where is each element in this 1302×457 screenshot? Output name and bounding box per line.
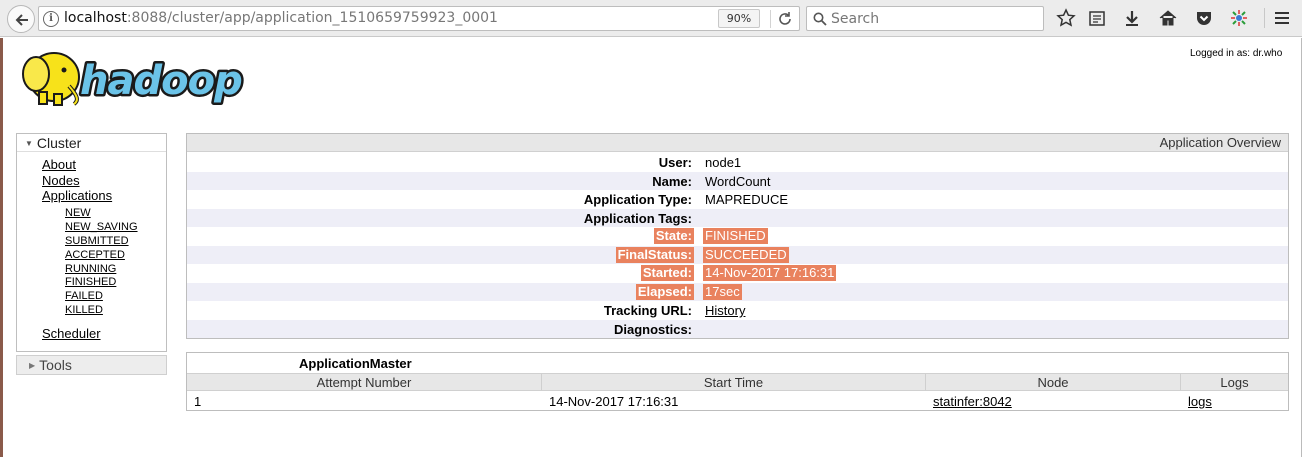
url-text[interactable]: localhost:8088/cluster/app/application_1…	[64, 10, 498, 26]
field-label: Tracking URL:	[603, 303, 692, 318]
download-icon[interactable]	[1122, 8, 1142, 28]
field-value: WordCount	[705, 173, 771, 189]
node-link[interactable]: statinfer:8042	[933, 394, 1012, 409]
attempt-number-cell: 1	[194, 394, 202, 409]
sidebar-tools-header[interactable]: ▶ Tools	[16, 355, 167, 375]
column-header-attempt-number[interactable]: Attempt Number	[187, 374, 542, 391]
cluster-label: Cluster	[36, 135, 82, 151]
nav-link-new[interactable]: NEW	[65, 207, 91, 219]
collapsed-triangle-icon: ▶	[29, 361, 36, 370]
field-value: node1	[705, 155, 742, 170]
logo-wordmark-fill: hadoop	[80, 58, 242, 104]
overview-row-elapsed: Elapsed: 17sec	[187, 282, 1288, 301]
overview-row-state: State: FINISHED	[187, 227, 1288, 246]
sidebar-cluster-panel: ▼ Cluster About Nodes Applications NEW NE…	[16, 133, 167, 352]
field-value: FINISHED	[703, 228, 768, 244]
table-row: 1 14-Nov-2017 17:16:31 statinfer:8042 lo…	[187, 392, 1288, 410]
nav-link-failed[interactable]: FAILED	[65, 290, 103, 302]
field-label: Diagnostics:	[613, 321, 692, 337]
application-master-title: ApplicationMaster	[299, 356, 412, 371]
overview-row-name: Name: WordCount	[187, 171, 1288, 190]
hadoop-logo[interactable]: hadoop hadoop	[14, 44, 286, 110]
back-arrow-icon	[15, 14, 28, 26]
nav-link-new-saving[interactable]: NEW_SAVING	[65, 221, 138, 233]
field-value: 17sec	[703, 283, 742, 300]
application-overview-panel: Application Overview User: node1 Name: W…	[186, 133, 1289, 339]
overview-row-user: User: node1	[187, 153, 1288, 172]
star-bookmark-icon[interactable]	[1056, 8, 1076, 28]
field-value: 14-Nov-2017 17:16:31	[703, 265, 837, 281]
expanded-triangle-icon: ▼	[25, 139, 33, 148]
column-header-start-time[interactable]: Start Time	[542, 374, 926, 391]
field-label: Name:	[652, 173, 692, 189]
logs-link[interactable]: logs	[1188, 394, 1212, 409]
field-label: Elapsed:	[635, 283, 694, 300]
history-link[interactable]: History	[705, 303, 745, 318]
overview-row-application-type: Application Type: MAPREDUCE	[187, 190, 1288, 209]
search-icon	[813, 12, 827, 26]
toolbar-divider	[1264, 8, 1265, 28]
nav-link-applications[interactable]: Applications	[42, 188, 112, 203]
home-icon[interactable]	[1158, 8, 1178, 28]
tools-label: Tools	[39, 357, 72, 373]
overview-row-diagnostics: Diagnostics:	[187, 319, 1288, 338]
nav-link-finished[interactable]: FINISHED	[65, 276, 116, 288]
extension-icon[interactable]	[1229, 8, 1249, 28]
overview-row-tracking-url: Tracking URL: History	[187, 301, 1288, 320]
start-time-cell: 14-Nov-2017 17:16:31	[549, 394, 679, 409]
overview-row-application-tags: Application Tags:	[187, 208, 1288, 227]
window-left-edge	[0, 38, 3, 457]
pocket-icon[interactable]	[1194, 8, 1214, 28]
nav-link-running[interactable]: RUNNING	[65, 263, 116, 275]
url-bar[interactable]: i localhost:8088/cluster/app/application…	[38, 6, 800, 31]
search-bar[interactable]	[806, 6, 1044, 31]
zoom-indicator[interactable]: 90%	[718, 9, 760, 28]
field-label: Application Type:	[583, 192, 692, 207]
back-button[interactable]	[7, 5, 35, 33]
attempts-table-header: Attempt Number Start Time Node Logs	[187, 373, 1288, 391]
nav-link-accepted[interactable]: ACCEPTED	[65, 249, 125, 261]
field-label: State:	[653, 228, 694, 244]
column-header-node[interactable]: Node	[926, 374, 1181, 391]
field-value: MAPREDUCE	[705, 192, 789, 207]
field-value: SUCCEEDED	[703, 246, 789, 263]
hamburger-menu-icon[interactable]	[1272, 8, 1292, 28]
nav-link-about[interactable]: About	[42, 157, 76, 172]
field-label: Started:	[640, 265, 694, 281]
search-input[interactable]	[831, 9, 1036, 28]
logged-in-label: Logged in as: dr.who	[1190, 48, 1283, 59]
reading-list-icon[interactable]	[1087, 8, 1107, 28]
application-master-panel: ApplicationMaster Attempt Number Start T…	[186, 352, 1289, 411]
field-label: Application Tags:	[583, 210, 692, 226]
nav-link-scheduler[interactable]: Scheduler	[42, 326, 101, 341]
nav-link-killed[interactable]: KILLED	[65, 304, 103, 316]
nav-link-submitted[interactable]: SUBMITTED	[65, 235, 129, 247]
field-label: User:	[658, 155, 692, 170]
column-header-logs[interactable]: Logs	[1181, 374, 1288, 391]
browser-toolbar: i localhost:8088/cluster/app/application…	[0, 0, 1302, 37]
overview-row-started: Started: 14-Nov-2017 17:16:31	[187, 264, 1288, 283]
field-label: FinalStatus:	[615, 246, 694, 263]
url-divider	[770, 10, 771, 28]
cluster-header[interactable]: ▼ Cluster	[17, 134, 166, 152]
overview-title: Application Overview	[187, 134, 1288, 152]
reload-icon[interactable]	[777, 11, 793, 27]
overview-row-final-status: FinalStatus: SUCCEEDED	[187, 245, 1288, 264]
info-icon[interactable]: i	[43, 11, 59, 27]
nav-link-nodes[interactable]: Nodes	[42, 173, 80, 188]
